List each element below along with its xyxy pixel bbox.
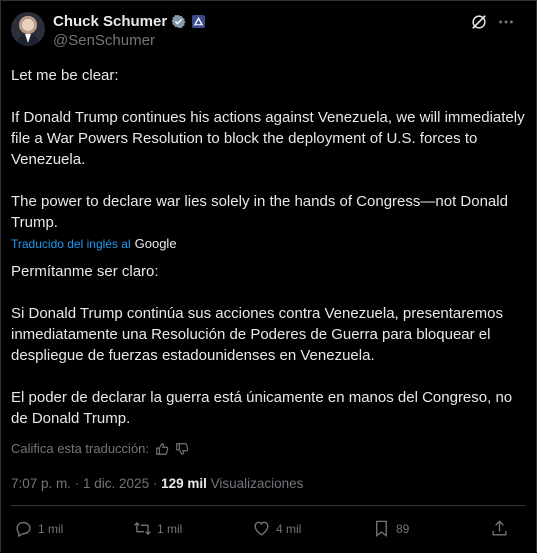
government-affiliation-icon[interactable] [192, 15, 206, 28]
tweet-meta: 7:07 p. m. · 1 dic. 2025 · 129 mil Visua… [11, 476, 303, 491]
tweet-original-text: Let me be clear: If Donald Trump continu… [11, 67, 525, 231]
avatar[interactable] [11, 12, 45, 46]
repost-count: 1 mil [157, 521, 183, 536]
more-options-icon[interactable] [497, 13, 515, 31]
reply-icon [16, 521, 31, 538]
like-count: 4 mil [276, 521, 302, 536]
thumbs-up-icon[interactable] [155, 442, 169, 456]
reply-button[interactable]: 1 mil [14, 519, 63, 538]
repost-button[interactable]: 1 mil [133, 519, 182, 538]
thumbs-down-icon[interactable] [175, 442, 189, 456]
views-count: 129 mil [161, 476, 207, 491]
rate-translation: Califica esta traducción: [11, 441, 189, 456]
views-label: Visualizaciones [206, 476, 304, 491]
divider [11, 505, 526, 506]
share-icon [492, 520, 507, 536]
reply-count: 1 mil [38, 521, 64, 536]
like-button[interactable]: 4 mil [252, 519, 301, 538]
bookmark-icon [376, 520, 387, 537]
author-handle[interactable]: @SenSchumer [53, 32, 155, 49]
repost-icon [134, 522, 151, 535]
timestamp[interactable]: 7:07 p. m. · 1 dic. 2025 · [11, 476, 161, 491]
author-name[interactable]: Chuck Schumer [53, 13, 167, 30]
rate-translation-label: Califica esta traducción: [11, 441, 150, 456]
grok-icon[interactable] [470, 13, 488, 31]
bookmark-button[interactable]: 89 [372, 519, 409, 538]
translated-label: Traducido del inglés al [11, 236, 131, 251]
share-button[interactable] [490, 519, 509, 538]
author-name-row: Chuck Schumer [53, 13, 206, 30]
translation-attribution[interactable]: Traducido del inglés al Google [11, 236, 177, 251]
tweet-translated-text: Permítanme ser claro: Si Donald Trump co… [11, 263, 513, 427]
verified-badge-icon[interactable] [171, 14, 186, 29]
bookmark-count: 89 [396, 521, 410, 536]
heart-icon [254, 521, 269, 536]
google-logo: Google [134, 236, 177, 251]
